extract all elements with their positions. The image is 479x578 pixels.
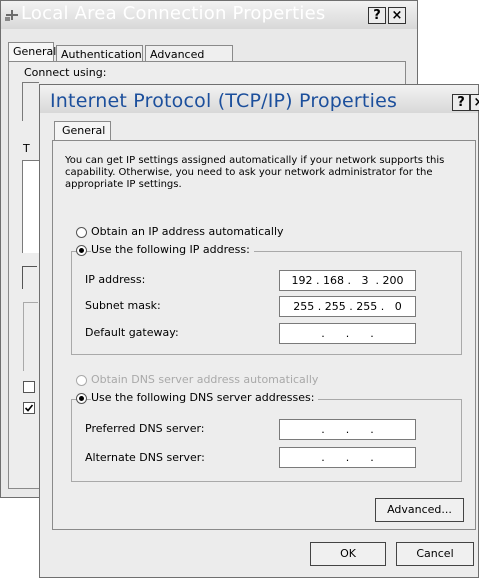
back-window-titlebar: Local Area Connection Properties ? × <box>1 1 417 29</box>
ip-address-field[interactable]: 192 . 168 . 3 . 200 <box>279 270 416 291</box>
checkmark-icon <box>24 404 34 412</box>
cancel-button[interactable]: Cancel <box>396 542 474 566</box>
back-tab-general[interactable]: General <box>8 42 56 62</box>
obtain-ip-auto-radio[interactable] <box>76 227 87 238</box>
tcpip-properties-dialog: Internet Protocol (TCP/IP) Properties ? … <box>39 84 479 578</box>
use-dns-manual-label[interactable]: Use the following DNS server addresses: <box>91 391 319 404</box>
obtain-ip-auto-label[interactable]: Obtain an IP address automatically <box>91 225 284 238</box>
tab-general[interactable]: General <box>54 121 111 141</box>
alternate-dns-label: Alternate DNS server: <box>85 451 205 464</box>
intro-text: You can get IP settings assigned automat… <box>65 155 445 190</box>
ok-button[interactable]: OK <box>310 542 386 566</box>
alternate-dns-field[interactable]: . . . <box>279 447 416 468</box>
default-gateway-label: Default gateway: <box>85 326 179 339</box>
general-tab-panel: You can get IP settings assigned automat… <box>52 140 476 530</box>
preferred-dns-label: Preferred DNS server: <box>85 422 205 435</box>
show-icon-checkbox[interactable] <box>23 381 35 393</box>
adapter-field-edge <box>22 82 39 121</box>
use-ip-manual-label[interactable]: Use the following IP address: <box>91 243 254 256</box>
dialog-help-button[interactable]: ? <box>452 94 470 111</box>
components-list-edge <box>22 160 39 253</box>
back-tab-authentication[interactable]: Authentication <box>56 45 143 62</box>
subnet-mask-field[interactable]: 255 . 255 . 255 . 0 <box>279 296 416 317</box>
back-help-button[interactable]: ? <box>368 7 386 24</box>
notify-checkbox[interactable] <box>23 402 35 414</box>
dialog-close-button[interactable]: × <box>470 94 479 111</box>
description-group-edge <box>23 302 38 371</box>
subnet-mask-label: Subnet mask: <box>85 299 161 312</box>
components-label-partial: T <box>23 142 30 155</box>
use-dns-manual-radio[interactable] <box>76 393 87 404</box>
use-ip-manual-radio[interactable] <box>76 245 87 256</box>
obtain-dns-auto-label: Obtain DNS server address automatically <box>91 373 319 386</box>
dialog-title: Internet Protocol (TCP/IP) Properties <box>50 90 398 112</box>
ip-address-label: IP address: <box>85 273 146 286</box>
advanced-button[interactable]: Advanced... <box>375 498 464 522</box>
install-button-edge <box>22 266 37 289</box>
connect-using-label: Connect using: <box>24 66 107 79</box>
network-connection-icon <box>5 8 19 22</box>
back-window-title: Local Area Connection Properties <box>21 3 326 24</box>
back-close-button[interactable]: × <box>388 7 406 24</box>
obtain-dns-auto-radio <box>76 375 87 386</box>
preferred-dns-field[interactable]: . . . <box>279 419 416 440</box>
default-gateway-field[interactable]: . . . <box>279 323 416 344</box>
back-tab-advanced[interactable]: Advanced <box>145 45 233 62</box>
dns-group <box>71 399 462 482</box>
